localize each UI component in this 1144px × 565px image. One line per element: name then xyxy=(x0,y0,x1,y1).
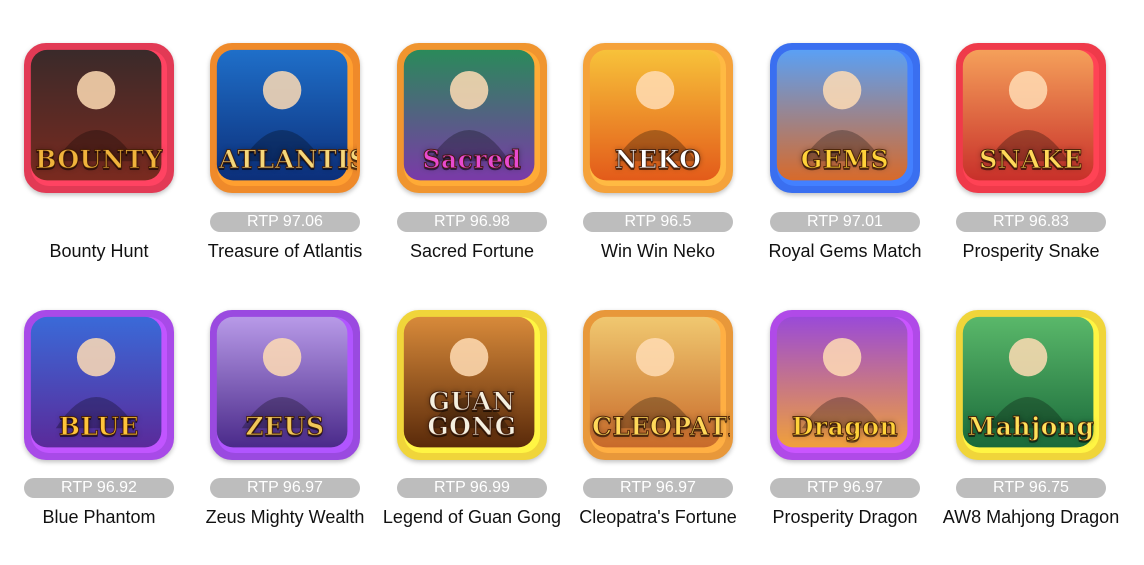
rtp-badge: RTP 96.92 xyxy=(24,478,174,498)
game-thumbnail[interactable]: ZEUS xyxy=(210,310,360,460)
rtp-badge: RTP 96.83 xyxy=(956,212,1106,232)
rtp-badge: RTP 97.01 xyxy=(770,212,920,232)
game-logo-text: Mahjong xyxy=(967,412,1095,441)
game-logo-text: SNAKE xyxy=(979,145,1083,174)
game-title[interactable]: Win Win Neko xyxy=(565,240,751,262)
game-title[interactable]: Cleopatra's Fortune xyxy=(565,506,751,528)
game-logo-text: BOUNTY xyxy=(35,145,163,174)
game-title[interactable]: Zeus Mighty Wealth xyxy=(192,506,378,528)
game-logo-text: Sacred xyxy=(422,145,522,174)
game-logo-text: CLEOPATRA'S xyxy=(592,412,731,441)
game-title[interactable]: Royal Gems Match xyxy=(752,240,938,262)
game-grid: BOUNTY Bounty Hunt ATLANTIS RTP 97.06 Tr… xyxy=(0,0,1144,565)
game-title[interactable]: Sacred Fortune xyxy=(379,240,565,262)
character-head xyxy=(1008,70,1048,110)
character-head xyxy=(1008,337,1048,377)
game-thumbnail[interactable]: ATLANTIS xyxy=(210,43,360,193)
game-title[interactable]: Blue Phantom xyxy=(6,506,192,528)
game-logo-text: GUAN GONG xyxy=(427,387,517,441)
game-logo-text: ZEUS xyxy=(245,412,325,441)
rtp-badge: RTP 96.97 xyxy=(583,478,733,498)
character-head xyxy=(449,70,489,110)
game-title[interactable]: Legend of Guan Gong xyxy=(379,506,565,528)
rtp-badge: RTP 96.98 xyxy=(397,212,547,232)
game-title[interactable]: Bounty Hunt xyxy=(6,240,192,262)
game-logo-text: Dragon xyxy=(791,412,899,441)
game-thumbnail[interactable]: SNAKE xyxy=(956,43,1106,193)
game-logo-text: ATLANTIS xyxy=(219,145,360,174)
character-head xyxy=(76,70,116,110)
game-title[interactable]: AW8 Mahjong Dragon xyxy=(938,506,1124,528)
game-thumbnail[interactable]: BLUE xyxy=(24,310,174,460)
game-thumbnail[interactable]: NEKO xyxy=(583,43,733,193)
game-thumbnail[interactable]: GUAN GONG xyxy=(397,310,547,460)
rtp-badge: RTP 97.06 xyxy=(210,212,360,232)
character-head xyxy=(822,337,862,377)
character-head xyxy=(635,70,675,110)
rtp-badge: RTP 96.97 xyxy=(770,478,920,498)
character-head xyxy=(262,337,302,377)
character-head xyxy=(635,337,675,377)
rtp-badge: RTP 96.99 xyxy=(397,478,547,498)
game-thumbnail[interactable]: Sacred xyxy=(397,43,547,193)
game-logo-text: BLUE xyxy=(58,412,140,441)
rtp-badge: RTP 96.5 xyxy=(583,212,733,232)
rtp-badge: RTP 96.97 xyxy=(210,478,360,498)
game-title[interactable]: Treasure of Atlantis xyxy=(192,240,378,262)
character-head xyxy=(262,70,302,110)
game-thumbnail[interactable]: BOUNTY xyxy=(24,43,174,193)
game-thumbnail[interactable]: Dragon xyxy=(770,310,920,460)
game-title[interactable]: Prosperity Dragon xyxy=(752,506,938,528)
rtp-badge: RTP 96.75 xyxy=(956,478,1106,498)
character-head xyxy=(76,337,116,377)
game-thumbnail[interactable]: CLEOPATRA'S xyxy=(583,310,733,460)
character-head xyxy=(449,337,489,377)
character-head xyxy=(822,70,862,110)
game-thumbnail[interactable]: Mahjong xyxy=(956,310,1106,460)
game-title[interactable]: Prosperity Snake xyxy=(938,240,1124,262)
game-logo-text: NEKO xyxy=(614,145,702,174)
game-logo-text: GEMS xyxy=(800,145,890,174)
game-thumbnail[interactable]: GEMS xyxy=(770,43,920,193)
